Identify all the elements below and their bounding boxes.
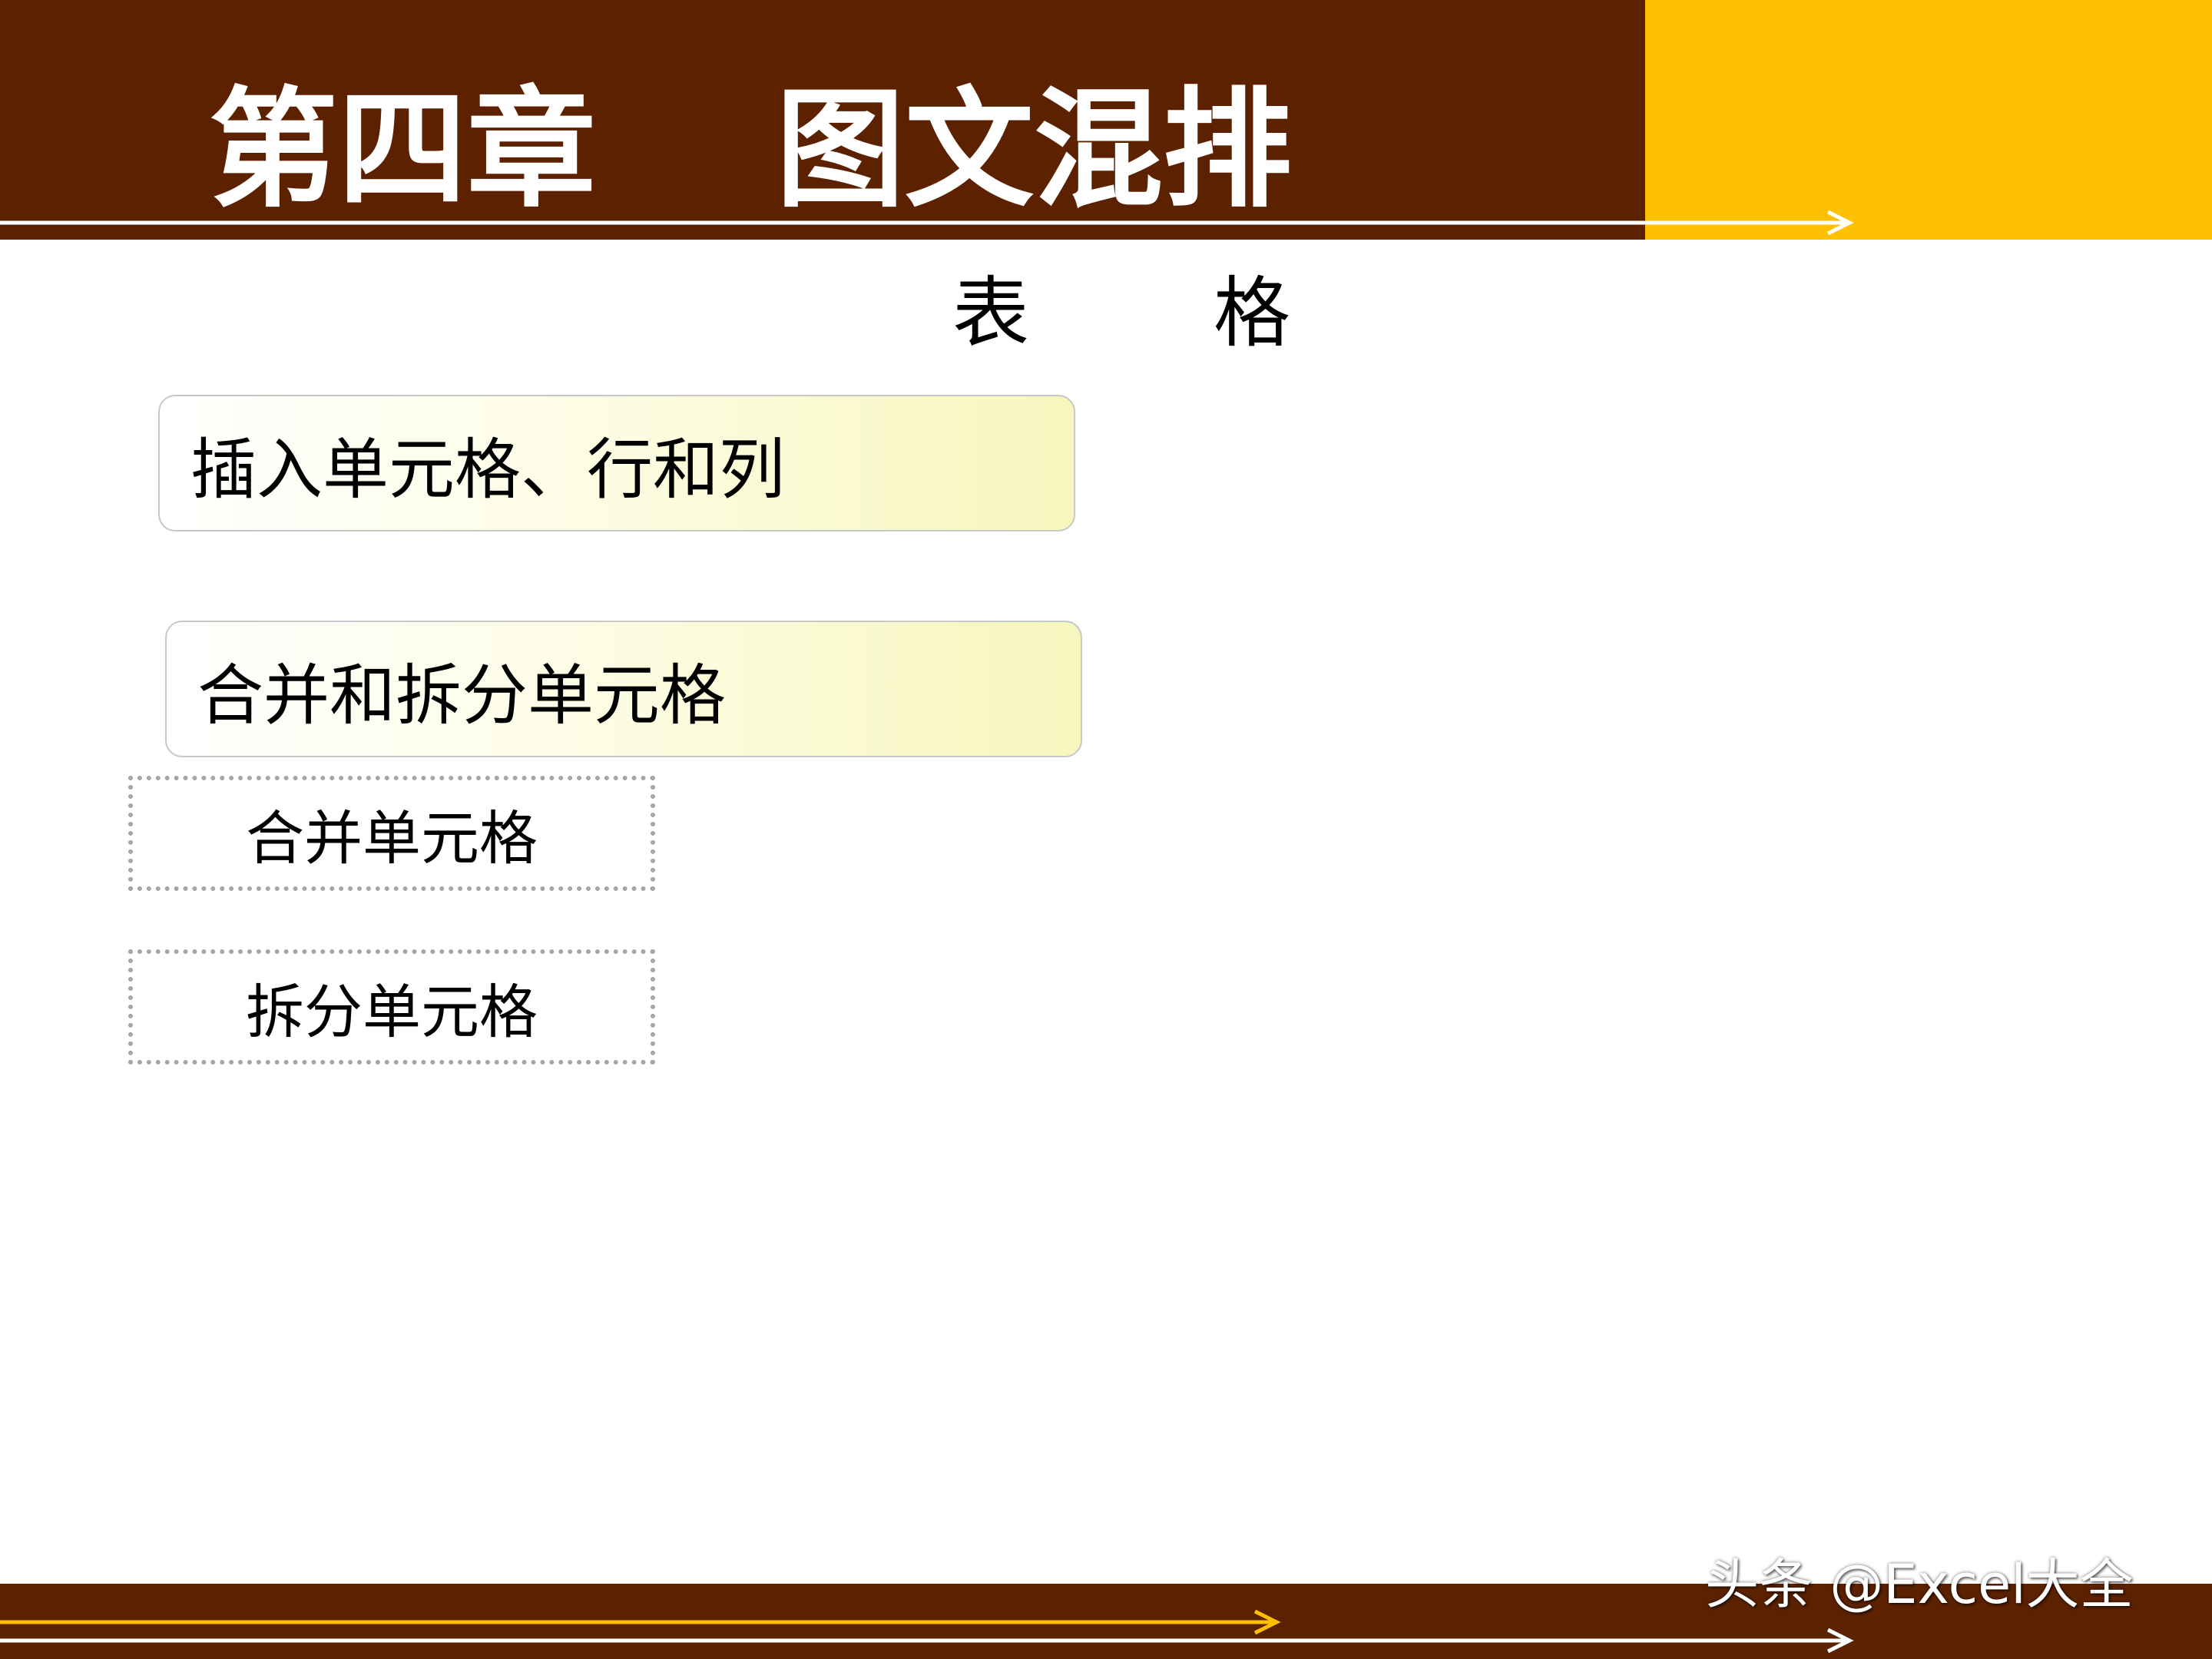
merge-cells-button[interactable]: 合并单元格	[128, 776, 655, 891]
chapter-title: 第四章 图文混排	[209, 75, 1292, 225]
split-cells-button[interactable]: 拆分单元格	[128, 949, 655, 1065]
merge-split-cells-label: 合并和拆分单元格	[197, 657, 726, 734]
section-title-char-2: 格	[1214, 267, 1290, 358]
section-title-char-1: 表	[952, 267, 1029, 358]
merge-cells-label: 合并单元格	[246, 804, 538, 873]
insert-cells-rows-columns-button[interactable]: 插入单元格、行和列	[158, 395, 1075, 531]
insert-cells-rows-columns-label: 插入单元格、行和列	[190, 431, 785, 508]
watermark-text: 头条 @Excel大全	[1705, 1553, 2134, 1616]
section-title: 表 格	[952, 260, 1290, 358]
merge-split-cells-button[interactable]: 合并和拆分单元格	[165, 621, 1082, 757]
split-cells-label: 拆分单元格	[246, 978, 538, 1046]
title-underline-arrow-icon	[0, 210, 1854, 236]
header-accent-block	[1645, 0, 2212, 240]
